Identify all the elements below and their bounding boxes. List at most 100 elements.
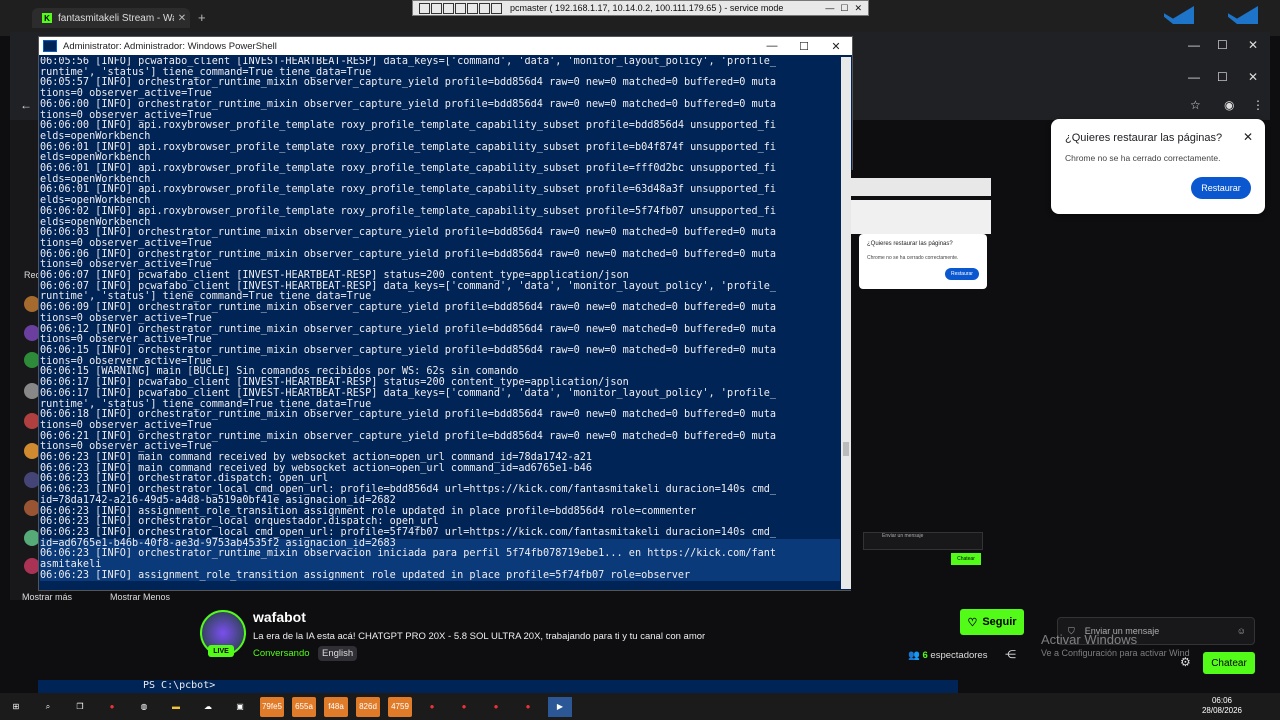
console-scrollbar[interactable] (841, 57, 851, 589)
bg-maximize-icon[interactable]: ☐ (1217, 70, 1228, 84)
popup-close-icon[interactable]: ✕ (1243, 130, 1253, 144)
app-icon[interactable]: ☁ (196, 697, 220, 717)
tool-icon[interactable] (443, 2, 454, 14)
menu-kebab-icon[interactable]: ⋮ (1252, 98, 1264, 112)
taskbar-app-1[interactable]: 79fe5 (260, 696, 284, 717)
tool-icon[interactable] (491, 2, 502, 14)
viewer-count: 👥 6 espectadores (908, 650, 987, 661)
bg-minimize-icon[interactable]: — (1188, 70, 1200, 84)
console-line: 06:06:00 [INFO] api.roxybrowser_profile_… (40, 120, 777, 132)
stream-category[interactable]: Conversando (253, 648, 310, 659)
console-line: 06:06:01 [INFO] api.roxybrowser_profile_… (40, 163, 777, 175)
bg-close-icon[interactable]: ✕ (1248, 38, 1258, 52)
tool-icon[interactable] (479, 2, 490, 14)
app-icon[interactable]: ◍ (132, 697, 156, 717)
ps-prompt-strip[interactable]: PS C:\pcbot> (38, 680, 958, 693)
mini-chat-input: Enviar un mensaje (863, 532, 983, 550)
activate-windows-watermark: Activar Windows (1041, 632, 1138, 647)
console-line: 06:06:23 [INFO] orchestrator_runtime_mix… (40, 549, 840, 561)
profile-icon[interactable]: ◉ (1224, 98, 1234, 112)
chrome-icon[interactable]: ● (516, 697, 540, 717)
console-output[interactable]: 06:05:56 [INFO] pcwafabo_client [INVEST-… (40, 57, 840, 587)
ps-close-button[interactable]: ✕ (820, 40, 852, 53)
heart-icon: ♡ (967, 616, 978, 629)
follow-label: Seguir (982, 616, 1017, 628)
restore-button[interactable]: Restaurar (1191, 177, 1251, 199)
console-line: 06:06:00 [INFO] orchestrator_runtime_mix… (40, 98, 777, 110)
nested-screen-preview: ¿Quieres restaurar las páginas? Chrome n… (851, 170, 998, 595)
taskbar-app-2[interactable]: 655a (292, 696, 316, 717)
tool-icon[interactable] (467, 2, 478, 14)
browser-tab[interactable]: K fantasmitakeli Stream - Watch ✕ (32, 8, 190, 28)
mini-titlebar (851, 178, 991, 196)
console-line: tions=0 observer_active=True (40, 419, 212, 431)
tool-icon[interactable] (419, 2, 430, 14)
chrome-icon[interactable]: ● (100, 697, 124, 717)
mini-popup-body: Chrome no se ha cerrado correctamente. (867, 255, 959, 261)
show-more-link[interactable]: Mostrar más (22, 592, 72, 602)
activate-windows-subtext: Ve a Configuración para activar Wind (1041, 648, 1190, 658)
gear-icon[interactable]: ⚙ (1180, 655, 1191, 669)
tool-icon[interactable] (455, 2, 466, 14)
bg-minimize-icon[interactable]: — (1188, 38, 1200, 52)
stream-title: La era de la IA esta acá! CHATGPT PRO 20… (253, 631, 706, 642)
mini-restore-button: Restaurar (945, 268, 979, 280)
mini-toolbar (851, 200, 991, 234)
tab-close-icon[interactable]: ✕ (174, 13, 190, 24)
taskbar-app-4[interactable]: 826d (356, 696, 380, 717)
folder-icon[interactable]: ▬ (164, 697, 188, 717)
channel-name[interactable]: wafabot (253, 609, 306, 625)
powershell-title: Administrator: Administrador: Windows Po… (63, 40, 277, 52)
show-less-link[interactable]: Mostrar Menos (110, 592, 170, 602)
system-clock[interactable]: 06:06 28/08/2026 (1200, 696, 1244, 716)
viewer-number: 6 (922, 650, 928, 661)
follow-button[interactable]: ♡ Seguir (960, 609, 1024, 635)
start-icon[interactable]: ⊞ (4, 697, 28, 717)
language-tag[interactable]: English (318, 646, 358, 661)
popup-body: Chrome no se ha cerrado correctamente. (1065, 153, 1221, 163)
share-icon[interactable]: ⋲ (1005, 648, 1016, 661)
mini-popup-heading: ¿Quieres restaurar las páginas? (867, 241, 953, 247)
powershell-icon (43, 40, 57, 52)
remote-minimize-button[interactable]: — (825, 3, 834, 14)
bg-close-icon[interactable]: ✕ (1248, 70, 1258, 84)
console-line: 06:06:01 [INFO] api.roxybrowser_profile_… (40, 184, 777, 196)
ps-prompt: PS C:\pcbot> (143, 680, 216, 691)
tab-title: fantasmitakeli Stream - Watch (58, 12, 174, 24)
restore-pages-popup: ¿Quieres restaurar las páginas? Chrome n… (1051, 119, 1265, 214)
taskbar-app-3[interactable]: f48a (324, 696, 348, 717)
mini-restore-popup: ¿Quieres restaurar las páginas? Chrome n… (859, 234, 987, 289)
console-line: 06:06:02 [INFO] api.roxybrowser_profile_… (40, 205, 777, 217)
remote-maximize-button[interactable]: ☐ (840, 3, 848, 14)
task-view-icon[interactable]: ❐ (68, 697, 92, 717)
remote-title: pcmaster ( 192.168.1.17, 10.14.0.2, 100.… (510, 3, 784, 13)
chrome-icon[interactable]: ● (420, 697, 444, 717)
new-tab-button[interactable]: + (198, 10, 206, 25)
back-arrow-icon[interactable]: ← (20, 98, 32, 112)
search-icon[interactable]: ⌕ (36, 697, 60, 717)
powershell-window[interactable]: Administrator: Administrador: Windows Po… (38, 36, 853, 591)
chrome-icon[interactable]: ● (452, 697, 476, 717)
powershell-taskbar-icon[interactable]: ▶ (548, 696, 572, 717)
users-icon: 👥 (908, 650, 920, 661)
clock-date: 28/08/2026 (1201, 706, 1243, 715)
live-badge: LIVE (208, 645, 234, 657)
app-icon[interactable]: ▣ (228, 697, 252, 717)
ps-minimize-button[interactable]: — (756, 40, 788, 52)
ps-maximize-button[interactable]: ☐ (788, 40, 820, 53)
taskbar: ⊞ ⌕ ❐ ● ◍ ▬ ☁ ▣ 79fe5 655a f48a 826d 475… (0, 693, 1280, 720)
chat-send-button[interactable]: Chatear (1203, 652, 1255, 674)
taskbar-app-5[interactable]: 4759 (388, 696, 412, 717)
emoji-icon[interactable]: ☺ (1237, 626, 1246, 636)
powershell-titlebar[interactable]: Administrator: Administrador: Windows Po… (39, 37, 852, 55)
remote-toolbar (419, 2, 502, 14)
remote-session-bar: pcmaster ( 192.168.1.17, 10.14.0.2, 100.… (412, 0, 869, 16)
tool-icon[interactable] (431, 2, 442, 14)
star-icon[interactable]: ☆ (1190, 98, 1201, 112)
chrome-icon[interactable]: ● (484, 697, 508, 717)
scrollbar-thumb[interactable] (843, 442, 849, 456)
bg-maximize-icon[interactable]: ☐ (1217, 38, 1228, 52)
console-line: id=78da1742-a216-49d5-a4d8-ba519a0bf41e … (40, 494, 396, 506)
console-line: tions=0 observer_active=True (40, 312, 212, 324)
remote-close-button[interactable]: ✕ (854, 3, 862, 14)
